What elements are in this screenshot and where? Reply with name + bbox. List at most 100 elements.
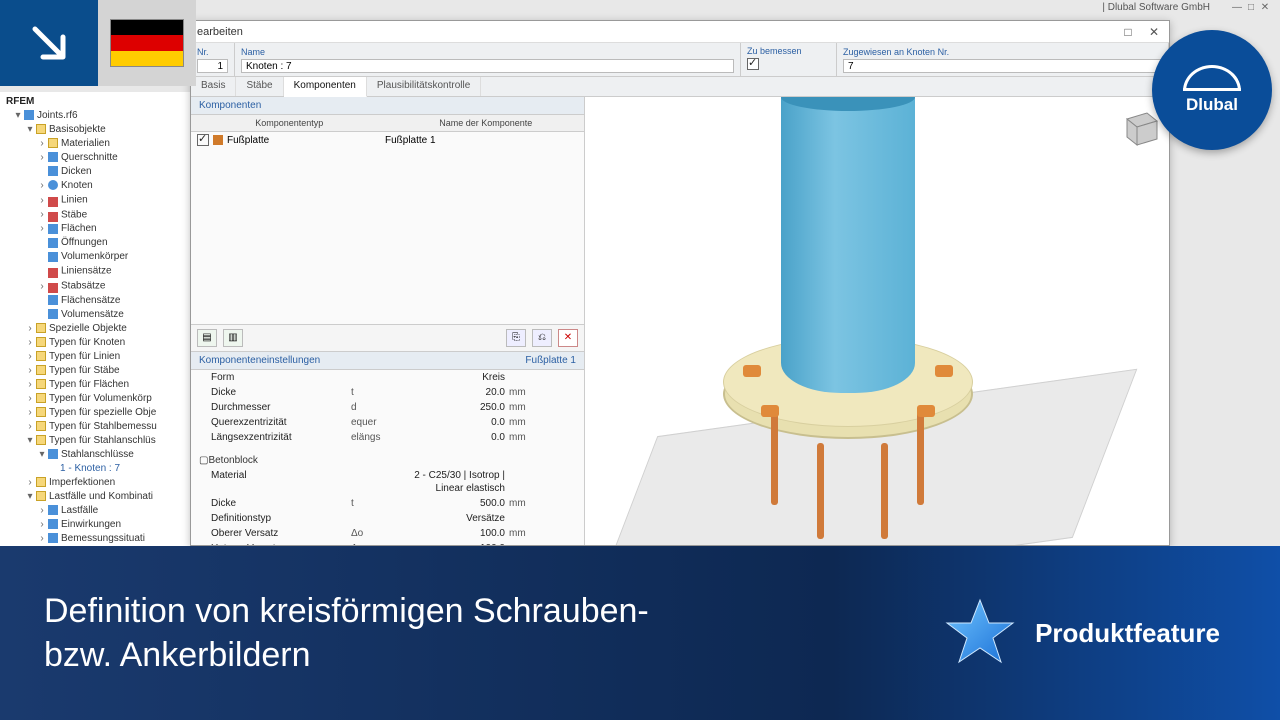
tree-item[interactable]: Lastfälle bbox=[61, 505, 98, 516]
dialog-header-row: Nr.1 NameKnoten : 7 Zu bemessen Zugewies… bbox=[191, 43, 1169, 77]
tree-item[interactable]: Stäbe bbox=[61, 209, 87, 220]
anchor-nut bbox=[761, 405, 779, 417]
tree-item[interactable]: Flächensätze bbox=[61, 295, 120, 306]
property-row[interactable]: DefinitionstypVersätze bbox=[191, 511, 584, 526]
tree-item[interactable]: Typen für Stahlanschlüs bbox=[49, 435, 156, 446]
tab-komponenten[interactable]: Komponenten bbox=[284, 77, 367, 97]
hdr-nr-value[interactable]: 1 bbox=[197, 59, 228, 73]
components-table-header: Komponententyp Name der Komponente bbox=[191, 115, 584, 132]
app-titlebar: | Dlubal Software GmbH —□✕ bbox=[1102, 2, 1272, 13]
app-title-suffix: | Dlubal Software GmbH bbox=[1102, 2, 1210, 13]
close-icon: ✕ bbox=[1145, 25, 1163, 39]
app-window-buttons[interactable]: —□✕ bbox=[1230, 2, 1272, 13]
tree-item[interactable]: Typen für Knoten bbox=[49, 337, 125, 348]
tab-plausibilitaet[interactable]: Plausibilitätskontrolle bbox=[367, 77, 481, 96]
tree-item[interactable]: Volumensätze bbox=[61, 309, 124, 320]
bridge-icon bbox=[1183, 65, 1241, 91]
tree-item[interactable]: Knoten bbox=[61, 180, 93, 191]
tab-staebe[interactable]: Stäbe bbox=[236, 77, 283, 96]
property-row[interactable]: Material2 - C25/30 | Isotrop | Linear el… bbox=[191, 468, 584, 496]
logo-text: Dlubal bbox=[1186, 95, 1238, 115]
dlubal-logo: Dlubal bbox=[1152, 30, 1272, 150]
tree-item[interactable]: Öffnungen bbox=[61, 237, 108, 248]
hdr-assign-value[interactable]: 7 bbox=[843, 59, 1162, 73]
delete-component-button[interactable]: ✕ bbox=[558, 329, 578, 347]
tree-item[interactable]: Dicken bbox=[61, 166, 92, 177]
anchor-rod bbox=[771, 409, 778, 505]
dialog-left-column: Komponenten Komponententyp Name der Komp… bbox=[191, 97, 585, 545]
anchor-nut bbox=[935, 365, 953, 377]
tree-item[interactable]: Stabsätze bbox=[61, 281, 105, 292]
tree-item[interactable]: Lastfälle und Kombinati bbox=[49, 491, 153, 502]
property-row[interactable]: Oberer VersatzΔo100.0mm bbox=[191, 526, 584, 541]
country-badge bbox=[0, 0, 196, 86]
3d-viewport[interactable] bbox=[585, 97, 1169, 545]
tool-button[interactable]: ⎌ bbox=[532, 329, 552, 347]
star-icon bbox=[943, 596, 1017, 670]
tree-item[interactable]: Spezielle Objekte bbox=[49, 323, 127, 334]
tree-item[interactable]: Imperfektionen bbox=[49, 477, 115, 488]
dialog-tabs[interactable]: Basis Stäbe Komponenten Plausibilitätsko… bbox=[191, 77, 1169, 97]
component-color-swatch bbox=[213, 135, 223, 145]
component-checkbox[interactable] bbox=[197, 134, 209, 146]
tree-item[interactable]: Stahlanschlüsse bbox=[61, 449, 134, 460]
tree-item[interactable]: Typen für Volumenkörp bbox=[49, 393, 152, 404]
property-row[interactable]: Dicket500.0mm bbox=[191, 496, 584, 511]
dialog-title: earbeiten bbox=[197, 26, 243, 38]
view-cube-gizmo[interactable] bbox=[1117, 105, 1161, 149]
components-section-title: Komponenten bbox=[191, 97, 584, 115]
steel-column bbox=[781, 97, 915, 393]
tree-item[interactable]: Bemessungssituati bbox=[61, 533, 145, 544]
tree-item[interactable]: Typen für Flächen bbox=[49, 379, 129, 390]
property-row[interactable]: Durchmesserd250.0mm bbox=[191, 400, 584, 415]
anchor-rod bbox=[817, 443, 824, 539]
tree-item[interactable]: Volumenkörper bbox=[61, 251, 128, 262]
tree-item[interactable]: Liniensätze bbox=[61, 266, 112, 277]
tree-item[interactable]: Typen für Linien bbox=[49, 351, 120, 362]
tree-item[interactable]: Querschnitte bbox=[61, 152, 118, 163]
navigator-tree[interactable]: RFEM ▾Joints.rf6 ▾Basisobjekte ›Material… bbox=[0, 92, 210, 546]
component-row[interactable]: Fußplatte Fußplatte 1 bbox=[191, 132, 584, 148]
hdr-assign-label: Zugewiesen an Knoten Nr. bbox=[843, 47, 1162, 57]
germany-flag-icon bbox=[110, 19, 184, 67]
hdr-name-value[interactable]: Knoten : 7 bbox=[241, 59, 734, 73]
tree-item-selected[interactable]: 1 - Knoten : 7 bbox=[60, 463, 120, 474]
components-toolbar: ▤ ▥ ⎘ ⎌ ✕ bbox=[191, 324, 584, 352]
hdr-bemessen-label: Zu bemessen bbox=[747, 46, 830, 56]
anchor-rod bbox=[917, 409, 924, 505]
tree-item[interactable]: Typen für Stahlbemessu bbox=[49, 421, 157, 432]
property-row[interactable]: Unterer VersatzΔu100.0mm bbox=[191, 541, 584, 546]
tree-item[interactable]: Typen für Stäbe bbox=[49, 365, 120, 376]
property-row[interactable]: FormKreis bbox=[191, 370, 584, 385]
component-name: Fußplatte 1 bbox=[385, 135, 578, 146]
tree-app-title: RFEM bbox=[2, 94, 209, 109]
arrow-corner bbox=[0, 0, 98, 86]
add-component-button[interactable]: ▤ bbox=[197, 329, 217, 347]
component-type: Fußplatte bbox=[227, 135, 385, 146]
property-row[interactable]: Längsexzentrizitätelängs0.0mm bbox=[191, 430, 584, 445]
tree-item[interactable]: Materialien bbox=[61, 138, 110, 149]
settings-title-right: Fußplatte 1 bbox=[525, 355, 576, 366]
tab-basis[interactable]: Basis bbox=[191, 77, 236, 96]
property-row[interactable]: Querexzentrizitätequer0.0mm bbox=[191, 415, 584, 430]
settings-title: Komponenteneinstellungen Fußplatte 1 bbox=[191, 352, 584, 370]
maximize-icon: □ bbox=[1119, 25, 1137, 39]
tool-button[interactable]: ⎘ bbox=[506, 329, 526, 347]
tree-item[interactable]: Einwirkungen bbox=[61, 519, 121, 530]
tree-root[interactable]: Joints.rf6 bbox=[37, 110, 78, 121]
anchor-rod bbox=[881, 443, 888, 539]
property-row[interactable]: Dicket20.0mm bbox=[191, 385, 584, 400]
settings-properties[interactable]: FormKreisDicket20.0mmDurchmesserd250.0mm… bbox=[191, 370, 584, 546]
arrow-down-right-icon bbox=[27, 21, 71, 65]
dialog-window-controls[interactable]: □✕ bbox=[1119, 25, 1163, 39]
hdr-bemessen-checkbox[interactable] bbox=[747, 58, 759, 70]
tree-item[interactable]: Linien bbox=[61, 195, 88, 206]
tree-item[interactable]: Typen für spezielle Obje bbox=[49, 407, 156, 418]
tree-basisobjekte[interactable]: Basisobjekte bbox=[49, 124, 106, 135]
tree-item[interactable]: Flächen bbox=[61, 223, 97, 234]
edit-dialog: earbeiten □✕ Nr.1 NameKnoten : 7 Zu beme… bbox=[190, 20, 1170, 546]
group-betonblock[interactable]: Betonblock bbox=[208, 454, 257, 467]
dialog-titlebar[interactable]: earbeiten □✕ bbox=[191, 21, 1169, 43]
feature-banner: Definition von kreisförmigen Schrauben- … bbox=[0, 546, 1280, 720]
copy-component-button[interactable]: ▥ bbox=[223, 329, 243, 347]
